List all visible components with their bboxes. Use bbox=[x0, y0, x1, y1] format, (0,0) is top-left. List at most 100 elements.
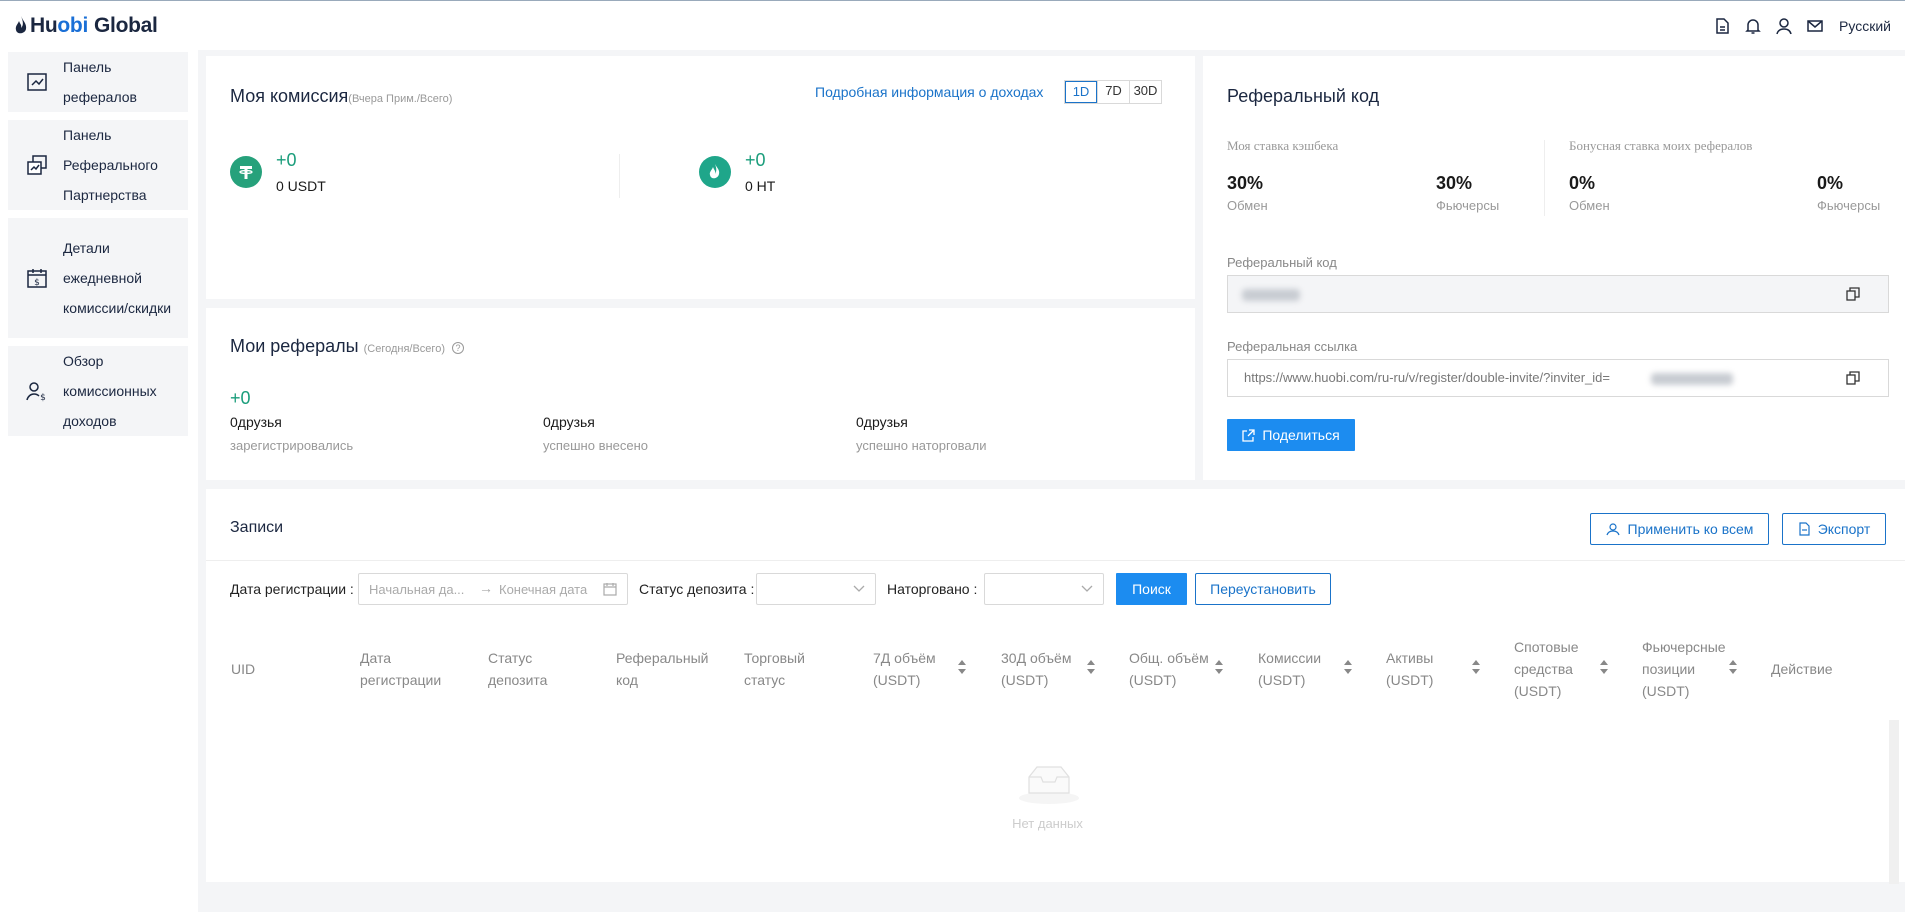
external-link-icon bbox=[1242, 428, 1255, 442]
copy-icon[interactable] bbox=[1846, 371, 1860, 385]
sidebar-item-partnership[interactable]: Панель Реферального Партнерства bbox=[8, 120, 188, 210]
my-exchange-rate: 30% bbox=[1227, 173, 1264, 193]
calendar-icon bbox=[603, 583, 617, 596]
traded-label: Наторговано : bbox=[887, 581, 978, 597]
column-7d-volume[interactable]: 7Д объём (USDT) bbox=[873, 647, 953, 691]
column-commissions[interactable]: Комиссии (USDT) bbox=[1258, 647, 1338, 691]
document-icon[interactable] bbox=[1713, 17, 1731, 35]
sort-icon[interactable] bbox=[1472, 660, 1480, 674]
period-1d[interactable]: 1D bbox=[1065, 81, 1097, 103]
end-date-input[interactable]: Конечная дата bbox=[499, 582, 587, 597]
sort-icon[interactable] bbox=[1215, 660, 1223, 674]
stat-deposited-label: успешно внесено bbox=[543, 438, 649, 453]
chart-icon bbox=[27, 73, 47, 91]
sort-icon[interactable] bbox=[958, 660, 966, 674]
chevron-down-icon bbox=[853, 585, 865, 592]
sidebar-item-daily-commission[interactable]: $ Детали ежедневной комиссии/скидки bbox=[8, 218, 188, 338]
sort-icon[interactable] bbox=[1344, 660, 1352, 674]
divider bbox=[1544, 140, 1545, 216]
column-futures-positions[interactable]: Фьючерсные позиции (USDT) bbox=[1642, 636, 1726, 702]
table-header: UID Дата регистрации Статус депозита Реф… bbox=[206, 617, 1905, 722]
copy-icon[interactable] bbox=[1846, 287, 1860, 301]
help-icon[interactable]: ? bbox=[452, 342, 464, 354]
top-actions: Русский bbox=[1713, 17, 1905, 35]
sidebar-item-income-overview[interactable]: $ Обзор комиссионных доходов bbox=[8, 346, 188, 436]
mail-icon[interactable] bbox=[1806, 17, 1824, 35]
stat-traded-label: успешно наторговали bbox=[856, 438, 987, 453]
reset-button[interactable]: Переустановить bbox=[1195, 573, 1331, 605]
start-date-input[interactable]: Начальная да... bbox=[369, 582, 464, 597]
reg-date-range-picker[interactable]: Начальная да... → Конечная дата bbox=[358, 573, 628, 605]
bell-icon[interactable] bbox=[1744, 17, 1762, 35]
referral-link-text: https://www.huobi.com/ru-ru/v/register/d… bbox=[1244, 370, 1610, 385]
my-futures-label: Фьючерсы bbox=[1436, 198, 1500, 213]
bonus-rate-label: Бонусная ставка моих рефералов bbox=[1569, 138, 1753, 153]
svg-text:$: $ bbox=[34, 278, 40, 288]
deposit-status-select[interactable] bbox=[756, 573, 876, 605]
divider bbox=[619, 154, 620, 198]
period-30d[interactable]: 30D bbox=[1129, 81, 1161, 103]
traded-select[interactable] bbox=[984, 573, 1104, 605]
code-field-label: Реферальный код bbox=[1227, 255, 1337, 270]
my-rate-label: Моя ставка кэшбека bbox=[1227, 138, 1339, 153]
referral-code-card: Реферальный код Моя ставка кэшбека Бонус… bbox=[1203, 56, 1905, 480]
ht-total: 0 HT bbox=[745, 178, 776, 194]
referral-code-title: Реферальный код bbox=[1227, 86, 1380, 106]
column-referral-code: Реферальный код bbox=[616, 650, 709, 688]
ht-coin-icon bbox=[699, 156, 731, 188]
bonus-exchange-rate: 0% bbox=[1569, 173, 1596, 193]
bonus-futures-label: Фьючерсы bbox=[1817, 198, 1881, 213]
period-selector: 1D 7D 30D bbox=[1064, 80, 1162, 104]
blurred-inviter-id bbox=[1651, 373, 1733, 385]
link-field-label: Реферальная ссылка bbox=[1227, 339, 1358, 354]
usdt-delta: +0 bbox=[276, 150, 297, 170]
huobi-logo[interactable]: Hu obi Global bbox=[14, 14, 158, 38]
column-deposit-status: Статус депозита bbox=[488, 650, 548, 688]
search-button[interactable]: Поиск bbox=[1116, 573, 1187, 605]
column-trading-status: Торговый статус bbox=[744, 650, 805, 688]
blurred-code bbox=[1242, 289, 1300, 301]
income-details-link[interactable]: Подробная информация о доходах bbox=[815, 84, 1043, 100]
column-uid: UID bbox=[231, 661, 256, 677]
referral-link-field[interactable]: https://www.huobi.com/ru-ru/v/register/d… bbox=[1227, 359, 1889, 397]
referral-code-field[interactable] bbox=[1227, 275, 1889, 313]
language-selector[interactable]: Русский bbox=[1839, 18, 1891, 34]
stat-deposited-value: 0друзья bbox=[543, 414, 595, 430]
deposit-status-label: Статус депозита : bbox=[639, 581, 755, 597]
stat-registered-label: зарегистрировались bbox=[230, 438, 354, 453]
sort-icon[interactable] bbox=[1600, 660, 1608, 674]
my-exchange-label: Обмен bbox=[1227, 198, 1268, 213]
sidebar-item-referral-panel[interactable]: Панель рефералов bbox=[8, 52, 188, 112]
user-icon bbox=[1605, 523, 1620, 536]
column-30d-volume[interactable]: 30Д объём (USDT) bbox=[1001, 647, 1085, 691]
export-button[interactable]: Экспорт bbox=[1782, 513, 1886, 545]
sort-icon[interactable] bbox=[1729, 660, 1737, 674]
table-scrollbar[interactable] bbox=[1889, 720, 1899, 884]
user-icon[interactable] bbox=[1775, 17, 1793, 35]
column-assets[interactable]: Активы (USDT) bbox=[1386, 647, 1466, 691]
referrals-card: Мои рефералы (Сегодня/Всего) ? +0 0друзь… bbox=[206, 308, 1195, 480]
stat-traded-value: 0друзья bbox=[856, 414, 908, 430]
top-bar: Hu obi Global Русский bbox=[0, 0, 1905, 50]
column-reg-date: Дата регистрации bbox=[360, 650, 442, 688]
column-spot-funds[interactable]: Спотовые средства (USDT) bbox=[1514, 636, 1594, 702]
sidebar-item-label: Обзор комиссионных доходов bbox=[63, 353, 157, 429]
period-7d[interactable]: 7D bbox=[1097, 81, 1129, 103]
stat-registered-value: 0друзья bbox=[230, 414, 282, 430]
share-button[interactable]: Поделиться bbox=[1227, 419, 1355, 451]
apply-all-button[interactable]: Применить ко всем bbox=[1590, 513, 1769, 545]
column-action: Действие bbox=[1771, 661, 1833, 677]
user-dollar-icon: $ bbox=[26, 382, 46, 402]
commission-card: Моя комиссия(Вчера Прим./Всего) Подробна… bbox=[206, 56, 1195, 299]
column-total-volume[interactable]: Общ. объём (USDT) bbox=[1129, 647, 1213, 691]
records-card: Записи Применить ко всем Экспорт Дата ре… bbox=[206, 489, 1905, 882]
bonus-futures-rate: 0% bbox=[1817, 173, 1844, 193]
calendar-dollar-icon: $ bbox=[27, 269, 47, 288]
sidebar: Панель рефералов Панель Реферального Пар… bbox=[0, 50, 198, 912]
referrals-title: Мои рефералы (Сегодня/Всего) ? bbox=[230, 336, 464, 357]
empty-box-icon bbox=[1019, 766, 1079, 804]
referrals-delta: +0 bbox=[230, 388, 251, 408]
usdt-total: 0 USDT bbox=[276, 178, 326, 194]
sort-icon[interactable] bbox=[1087, 660, 1095, 674]
range-arrow-icon: → bbox=[479, 580, 493, 596]
